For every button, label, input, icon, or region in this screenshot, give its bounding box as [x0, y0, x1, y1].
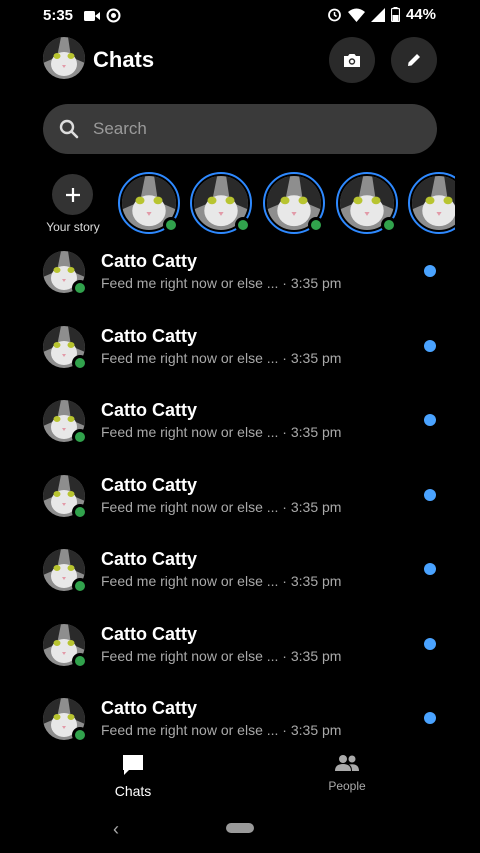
online-indicator — [72, 429, 88, 445]
chat-preview: Feed me right now or else ... · 3:35 pm — [101, 722, 342, 738]
avatar — [43, 400, 88, 445]
online-indicator — [163, 217, 179, 233]
chat-preview: Feed me right now or else ... · 3:35 pm — [101, 647, 342, 664]
chat-row[interactable]: Catto Catty Feed me right now or else ..… — [0, 467, 480, 542]
chat-name: Catto Catty — [101, 325, 198, 346]
story-item[interactable] — [190, 172, 252, 234]
chat-name: Catto Catty — [101, 623, 198, 644]
online-indicator — [381, 217, 397, 233]
chat-row[interactable]: Catto Catty Feed me right now or else ..… — [0, 318, 480, 393]
chat-preview: Feed me right now or else ... · 3:35 pm — [101, 275, 342, 291]
chat-row[interactable]: Catto Catty Feed me right now or else ..… — [0, 541, 480, 616]
story-item[interactable] — [263, 172, 325, 234]
online-indicator — [72, 727, 88, 743]
alarm-icon — [328, 8, 341, 22]
tab-chats-label: Chats — [114, 783, 152, 799]
unread-indicator — [424, 339, 436, 352]
cat-photo — [412, 176, 455, 230]
online-indicator — [235, 217, 251, 233]
chat-name: Catto Catty — [101, 251, 198, 271]
chat-preview: Feed me right now or else ... · 3:35 pm — [101, 424, 342, 440]
compose-button[interactable] — [391, 37, 437, 83]
avatar — [43, 623, 88, 669]
online-indicator — [72, 280, 88, 296]
your-story-label: Your story — [46, 220, 100, 234]
back-icon[interactable]: ‹ — [113, 819, 119, 840]
battery-percent: 44% — [405, 6, 436, 23]
tab-chats[interactable]: Chats — [88, 754, 178, 799]
chat-name: Catto Catty — [101, 474, 198, 495]
online-indicator — [72, 652, 88, 669]
chat-name: Catto Catty — [101, 400, 198, 420]
pencil-icon — [408, 54, 420, 66]
online-indicator — [72, 354, 88, 371]
bottom-nav: Chats People — [0, 748, 480, 804]
unread-indicator — [424, 488, 436, 501]
battery-icon — [390, 7, 400, 22]
status-time: 5:35 — [43, 7, 74, 24]
chat-preview: Feed me right now or else ... · 3:35 pm — [101, 573, 342, 589]
unread-indicator — [424, 563, 436, 575]
chat-name: Catto Catty — [101, 549, 198, 569]
wifi-icon — [347, 8, 365, 22]
signal-icon — [370, 7, 385, 22]
online-indicator — [72, 578, 88, 594]
online-indicator — [72, 503, 88, 520]
chat-bubble-icon — [123, 755, 143, 775]
unread-indicator — [424, 414, 436, 426]
search-bar[interactable] — [43, 104, 437, 154]
plus-icon — [65, 187, 80, 202]
tab-people-label: People — [328, 779, 366, 793]
search-input[interactable] — [93, 104, 413, 154]
camera-icon — [344, 53, 360, 67]
avatar — [43, 698, 88, 743]
video-icon — [84, 10, 100, 21]
add-story-button[interactable] — [52, 174, 93, 215]
story-item[interactable] — [408, 172, 455, 234]
unread-indicator — [424, 637, 436, 650]
system-navigation-bar: ‹ — [0, 810, 480, 853]
avatar — [43, 325, 88, 371]
camera-button[interactable] — [329, 37, 375, 83]
people-icon — [335, 755, 359, 771]
story-item[interactable] — [118, 172, 180, 234]
chat-row[interactable]: Catto Catty Feed me right now or else ..… — [0, 243, 480, 318]
chat-row[interactable]: Catto Catty Feed me right now or else ..… — [0, 616, 480, 691]
chat-preview: Feed me right now or else ... · 3:35 pm — [101, 498, 342, 515]
header: Chats — [0, 37, 480, 83]
unread-indicator — [424, 265, 436, 277]
story-item[interactable] — [336, 172, 398, 234]
avatar[interactable] — [43, 37, 85, 79]
status-bar: 5:35 44% — [0, 0, 480, 32]
avatar — [43, 474, 88, 520]
unread-indicator — [424, 712, 436, 724]
chat-name: Catto Catty — [101, 698, 198, 718]
at-icon — [106, 8, 121, 23]
chat-row[interactable]: Catto Catty Feed me right now or else ..… — [0, 392, 480, 467]
home-handle[interactable] — [226, 823, 254, 833]
avatar — [43, 549, 88, 594]
chat-preview: Feed me right now or else ... · 3:35 pm — [101, 349, 342, 366]
online-indicator — [308, 217, 324, 233]
cat-photo — [43, 37, 85, 79]
search-icon — [59, 119, 79, 139]
avatar — [43, 251, 88, 296]
tab-people[interactable]: People — [302, 754, 392, 793]
stories-row: Your story — [0, 170, 455, 236]
page-title: Chats — [93, 47, 155, 72]
